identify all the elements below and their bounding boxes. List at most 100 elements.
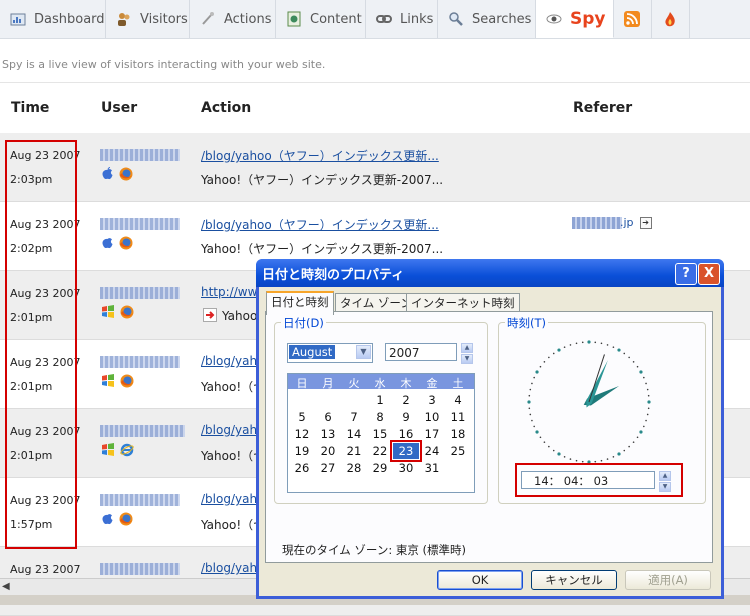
clock-tick: [587, 340, 591, 344]
clock-tick: [527, 400, 531, 404]
calendar-day[interactable]: 10: [419, 409, 445, 425]
tab-content[interactable]: Content: [276, 0, 366, 38]
calendar-day[interactable]: 26: [289, 460, 315, 476]
calendar-day[interactable]: 24: [419, 443, 445, 459]
clock-tick: [600, 342, 603, 345]
tab-feedburner[interactable]: [652, 0, 690, 38]
clock-tick: [557, 452, 561, 456]
scroll-left-icon[interactable]: ◀: [2, 581, 10, 592]
clock-tick: [543, 441, 546, 443]
calendar-day[interactable]: 4: [445, 392, 471, 408]
action-link[interactable]: /blog/yahoo（ヤフー）インデックス更新...: [201, 216, 439, 233]
tab-date-time[interactable]: 日付と時刻: [266, 291, 334, 315]
calendar-day[interactable]: 5: [289, 409, 315, 425]
tab-links[interactable]: Links: [366, 0, 438, 38]
table-header: Time User Action Referer: [0, 82, 750, 134]
tab-dashboard[interactable]: Dashboard: [0, 0, 106, 38]
clock-tick: [647, 407, 650, 410]
chevron-down-icon[interactable]: ▼: [356, 345, 371, 359]
search-icon: [448, 11, 464, 27]
time-group: 時刻(T) 14： 04： 03 ▲ ▼: [498, 315, 706, 504]
windows-icon: [101, 443, 115, 460]
firefox-icon: [120, 374, 134, 391]
calendar-day[interactable]: 14: [341, 426, 367, 442]
month-select[interactable]: August ▼: [287, 343, 373, 363]
tab-searches[interactable]: Searches: [438, 0, 536, 38]
calendar-day[interactable]: 30: [393, 460, 419, 476]
calendar-day[interactable]: 2: [393, 392, 419, 408]
calendar-day[interactable]: 1: [367, 392, 393, 408]
date-group: 日付(D) August ▼ 2007 ▲ ▼ 日月火水木金土 123456789…: [274, 315, 488, 504]
actions-icon: [200, 11, 216, 27]
user-ip-blurred[interactable]: [100, 287, 180, 299]
weekday-label: 水: [374, 377, 386, 390]
calendar-day[interactable]: 22: [367, 443, 393, 459]
user-ip-blurred[interactable]: [100, 425, 185, 437]
clock-tick: [646, 413, 649, 416]
action-link[interactable]: /blog/yahoo（ヤフー）インデックス更新...: [201, 147, 439, 164]
windows-icon: [101, 305, 115, 322]
help-button[interactable]: ?: [675, 263, 697, 285]
calendar-day[interactable]: 7: [341, 409, 367, 425]
referer-link[interactable]: .jp ➔: [572, 216, 652, 229]
calendar-day[interactable]: 13: [315, 426, 341, 442]
calendar-day[interactable]: 21: [341, 443, 367, 459]
calendar-day[interactable]: 20: [315, 443, 341, 459]
close-button[interactable]: X: [698, 263, 720, 285]
action-link[interactable]: http://ww: [201, 285, 257, 299]
table-row: Aug 23 2007 2:03pm /blog/yahoo（ヤフー）インデックス…: [0, 133, 750, 202]
calendar-day[interactable]: 8: [367, 409, 393, 425]
year-input[interactable]: 2007: [385, 343, 457, 361]
calendar-day[interactable]: 3: [419, 392, 445, 408]
calendar-day[interactable]: 9: [393, 409, 419, 425]
calendar-day[interactable]: 18: [445, 426, 471, 442]
tab-visitors[interactable]: Visitors: [106, 0, 190, 38]
outbound-arrow-icon: [203, 308, 217, 325]
calendar-day[interactable]: 12: [289, 426, 315, 442]
tab-time-zone[interactable]: タイム ゾーン: [335, 293, 417, 312]
clock-tick: [612, 346, 615, 348]
user-ip-blurred[interactable]: [100, 149, 180, 161]
clock-tick: [575, 342, 578, 345]
time-highlight: [515, 463, 683, 497]
calendar-day[interactable]: 16: [393, 426, 419, 442]
calendar-day[interactable]: 19: [289, 443, 315, 459]
user-ip-blurred[interactable]: [100, 494, 180, 506]
action-title: Yahoo!（ヤフー）インデックス更新-2007...: [201, 242, 444, 256]
year-spinner[interactable]: ▲ ▼: [461, 343, 473, 364]
weekday-label: 火: [348, 377, 360, 390]
user-ip-blurred[interactable]: [100, 218, 180, 230]
calendar-day[interactable]: 15: [367, 426, 393, 442]
ok-button[interactable]: OK: [437, 570, 523, 590]
ie-icon: [120, 443, 134, 460]
clock-tick: [529, 413, 532, 416]
tab-spy[interactable]: Spy: [536, 0, 614, 38]
spin-up-icon[interactable]: ▲: [461, 343, 473, 353]
calendar-day[interactable]: 11: [445, 409, 471, 425]
clock-tick: [628, 445, 630, 448]
user-ip-blurred[interactable]: [100, 356, 180, 368]
dialog-titlebar[interactable]: 日付と時刻のプロパティ ? X: [256, 259, 724, 287]
spin-down-icon[interactable]: ▼: [461, 354, 473, 364]
cancel-button[interactable]: キャンセル: [531, 570, 617, 590]
calendar-day[interactable]: 25: [445, 443, 471, 459]
calendar-day[interactable]: 31: [419, 460, 445, 476]
windows-icon: [101, 374, 115, 391]
tab-actions[interactable]: Actions: [190, 0, 276, 38]
calendar-day-selected[interactable]: 23: [390, 440, 422, 462]
apply-button[interactable]: 適用(A): [625, 570, 711, 590]
calendar-day[interactable]: 29: [367, 460, 393, 476]
tab-internet-time[interactable]: インターネット時刻: [406, 293, 520, 312]
tab-rss[interactable]: [614, 0, 652, 38]
clock-tick: [539, 365, 542, 368]
user-ip-blurred[interactable]: [100, 563, 180, 575]
calendar-day[interactable]: 27: [315, 460, 341, 476]
clock-tick: [647, 400, 651, 404]
calendar-day[interactable]: 6: [315, 409, 341, 425]
clock-tick: [575, 459, 578, 462]
external-link-icon[interactable]: ➔: [639, 216, 652, 229]
calendar-day[interactable]: 28: [341, 460, 367, 476]
calendar-day[interactable]: 17: [419, 426, 445, 442]
month-value: August: [289, 345, 336, 359]
clock-tick: [643, 376, 645, 379]
